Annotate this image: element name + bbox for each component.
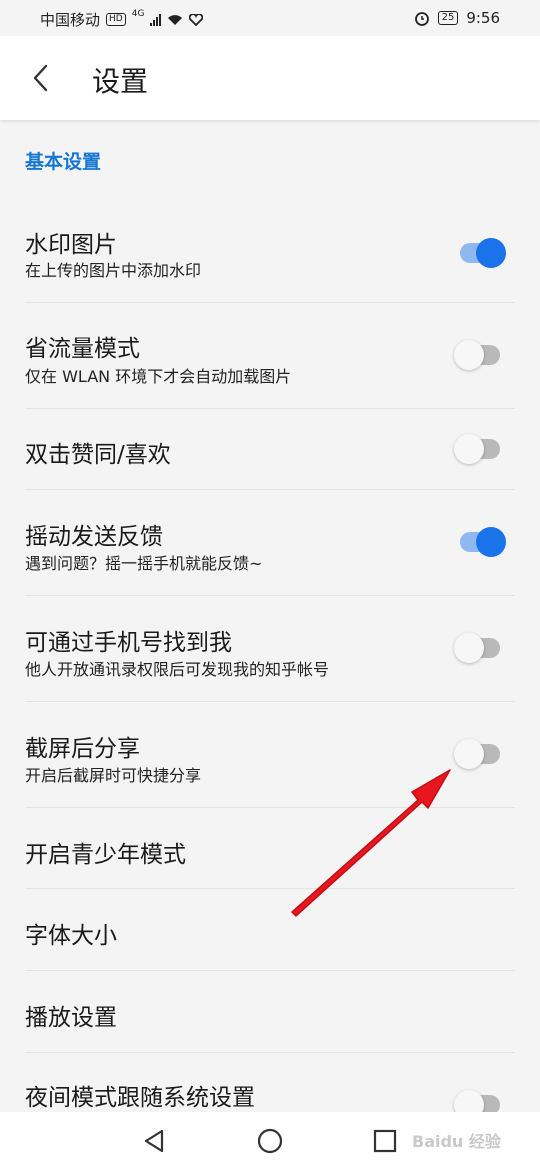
setting-row-font-size[interactable]: 字体大小 — [0, 889, 540, 970]
setting-row-find-by-phone[interactable]: 可通过手机号找到我 他人开放通讯录权限后可发现我的知乎帐号 — [0, 596, 540, 701]
status-time: 9:56 — [466, 9, 500, 27]
setting-title: 摇动发送反馈 — [25, 524, 163, 550]
hd-icon: HD — [106, 13, 126, 26]
setting-title: 双击赞同/喜欢 — [25, 442, 171, 468]
setting-title: 可通过手机号找到我 — [25, 630, 232, 656]
nav-recents-button[interactable] — [370, 1126, 400, 1156]
battery-icon: 25 — [437, 11, 459, 25]
setting-row-shake-feedback[interactable]: 摇动发送反馈 遇到问题？摇一摇手机就能反馈~ — [0, 490, 540, 595]
setting-row-data-saver[interactable]: 省流量模式 仅在 WLAN 环境下才会自动加载图片 — [0, 303, 540, 408]
circle-home-icon — [257, 1128, 283, 1154]
watermark-toggle[interactable] — [460, 238, 506, 268]
chevron-left-icon — [33, 64, 48, 92]
status-left: 中国移动 HD 4G — [40, 9, 204, 30]
signal-icon — [150, 13, 162, 26]
setting-row-double-tap[interactable]: 双击赞同/喜欢 — [0, 409, 540, 489]
alarm-icon — [414, 12, 429, 26]
setting-row-watermark[interactable]: 水印图片 在上传的图片中添加水印 — [0, 205, 540, 302]
triangle-back-icon — [144, 1129, 164, 1153]
setting-row-teen-mode[interactable]: 开启青少年模式 — [0, 808, 540, 888]
status-bar: 中国移动 HD 4G 25 9:56 — [0, 0, 540, 36]
setting-subtitle: 遇到问题？摇一摇手机就能反馈~ — [25, 554, 263, 573]
section-header: 基本设置 — [25, 151, 102, 173]
page-title: 设置 — [92, 65, 149, 98]
wifi-icon — [168, 14, 183, 25]
setting-title: 水印图片 — [25, 232, 117, 258]
setting-title: 截屏后分享 — [25, 736, 140, 762]
nav-back-button[interactable] — [140, 1126, 170, 1156]
double-tap-toggle[interactable] — [454, 434, 500, 464]
carrier-label: 中国移动 — [40, 11, 101, 29]
setting-title: 省流量模式 — [25, 336, 140, 362]
setting-subtitle: 开启后截屏时可快捷分享 — [25, 766, 202, 785]
nav-home-button[interactable] — [255, 1126, 285, 1156]
setting-row-screenshot-share[interactable]: 截屏后分享 开启后截屏时可快捷分享 — [0, 702, 540, 807]
setting-subtitle: 他人开放通讯录权限后可发现我的知乎帐号 — [25, 660, 330, 679]
find-by-phone-toggle[interactable] — [454, 633, 500, 663]
data-saver-toggle[interactable] — [454, 340, 500, 370]
network-type: 4G — [131, 9, 145, 19]
heart-signal-icon — [189, 13, 204, 26]
setting-title: 开启青少年模式 — [25, 842, 186, 868]
setting-title: 字体大小 — [25, 923, 117, 949]
status-right: 25 9:56 — [414, 9, 500, 27]
shake-feedback-toggle[interactable] — [460, 527, 506, 557]
setting-subtitle: 在上传的图片中添加水印 — [25, 261, 202, 280]
square-recents-icon — [373, 1129, 397, 1153]
setting-row-night-mode[interactable]: 夜间模式跟随系统设置 — [0, 1053, 540, 1120]
setting-row-playback[interactable]: 播放设置 — [0, 971, 540, 1052]
setting-title: 夜间模式跟随系统设置 — [25, 1085, 255, 1111]
baidu-watermark: Baidu 经验 — [412, 1132, 501, 1151]
back-button[interactable] — [24, 58, 64, 98]
setting-subtitle: 仅在 WLAN 环境下才会自动加载图片 — [25, 367, 292, 386]
setting-title: 播放设置 — [25, 1005, 117, 1031]
app-bar: 设置 — [0, 36, 540, 120]
screenshot-share-toggle[interactable] — [454, 739, 500, 769]
